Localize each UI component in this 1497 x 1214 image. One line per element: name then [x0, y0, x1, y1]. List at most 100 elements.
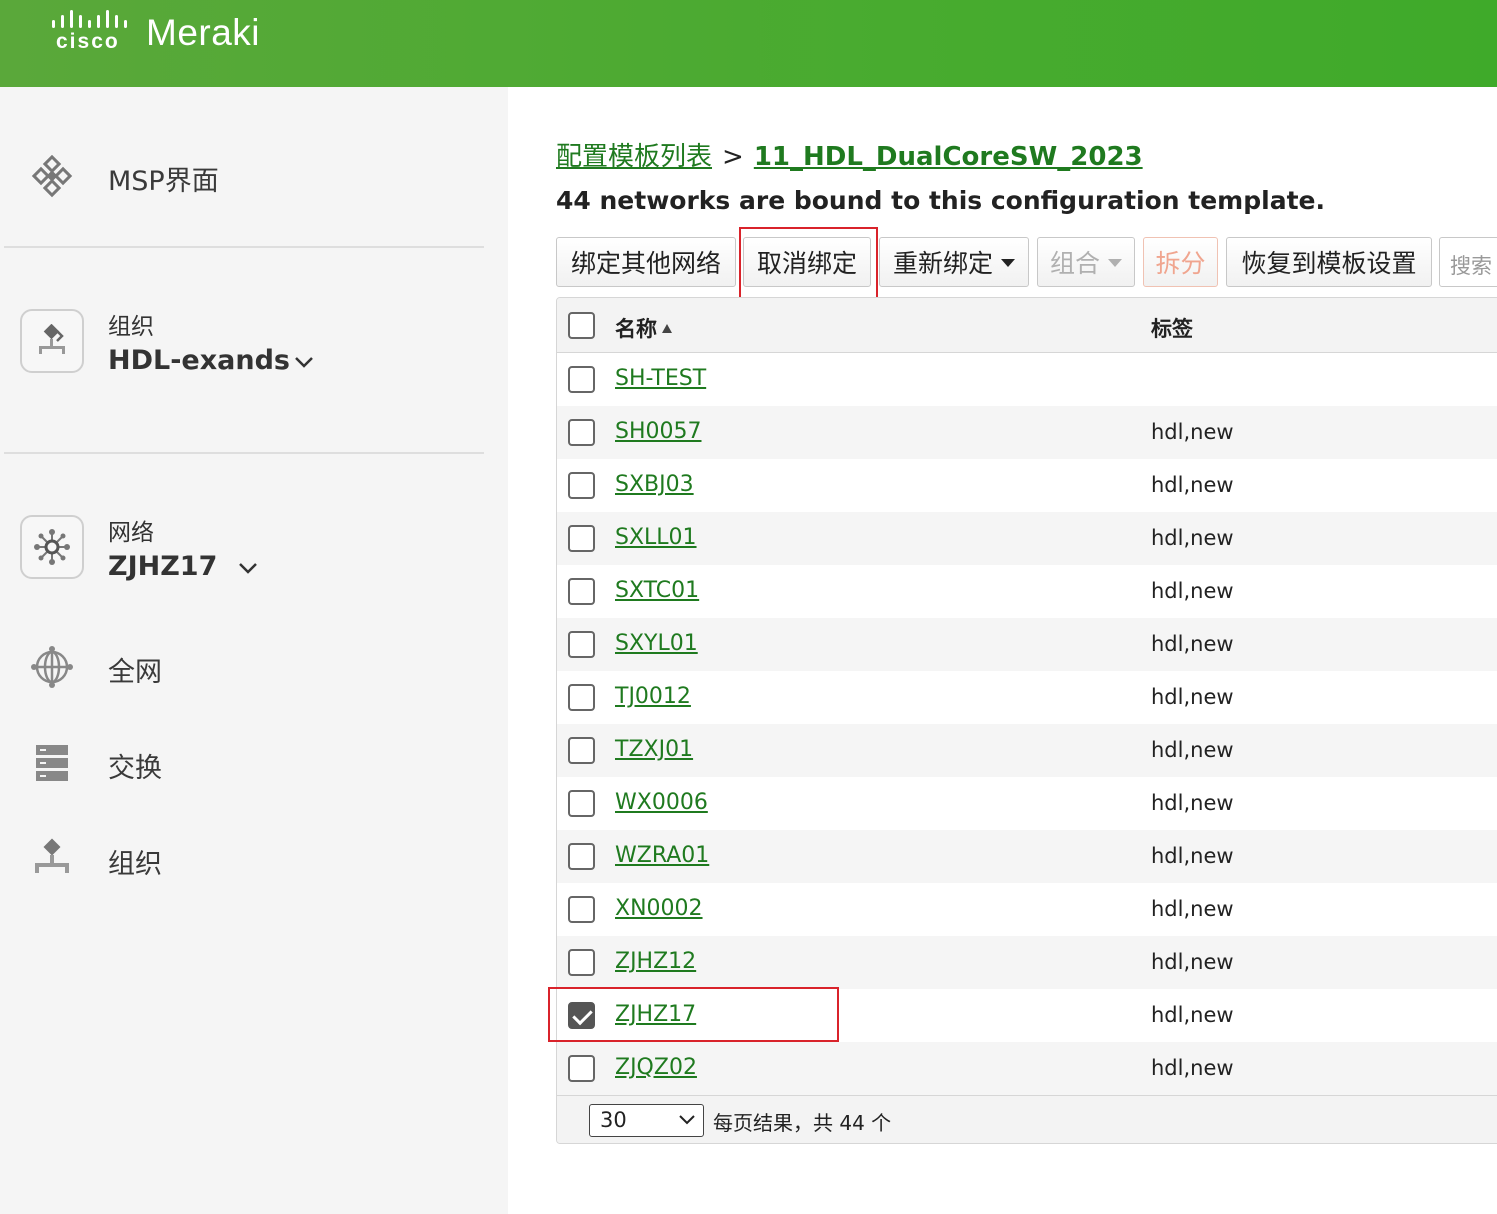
row-checkbox[interactable]	[568, 843, 595, 870]
table-row: SXYL01 hdl,new	[557, 618, 1497, 671]
network-tags: hdl,new	[1151, 420, 1234, 444]
organization-icon	[30, 837, 74, 881]
bind-other-networks-button[interactable]: 绑定其他网络	[556, 237, 736, 287]
revert-to-template-button[interactable]: 恢复到模板设置	[1226, 237, 1432, 287]
network-tags: hdl,new	[1151, 738, 1234, 762]
row-checkbox[interactable]	[568, 737, 595, 764]
row-checkbox[interactable]	[568, 949, 595, 976]
row-checkbox[interactable]	[568, 684, 595, 711]
row-checkbox[interactable]	[568, 472, 595, 499]
chevron-down-icon[interactable]	[294, 355, 314, 369]
network-name-link[interactable]: SXYL01	[615, 631, 698, 656]
pagination-summary: 每页结果，共 44 个	[713, 1111, 892, 1135]
chevron-down-icon[interactable]	[238, 561, 258, 575]
nav-item-switch[interactable]: 交换	[108, 746, 162, 785]
row-checkbox[interactable]	[568, 896, 595, 923]
rebind-dropdown-button[interactable]: 重新绑定	[879, 237, 1029, 287]
table-row: ZJHZ12 hdl,new	[557, 936, 1497, 989]
msp-icon	[30, 155, 74, 199]
split-button[interactable]: 拆分	[1143, 237, 1218, 287]
table-row: SXTC01 hdl,new	[557, 565, 1497, 618]
switch-icon	[30, 741, 74, 785]
org-sub-label: 组织	[108, 314, 154, 340]
row-checkbox[interactable]	[568, 419, 595, 446]
network-tags: hdl,new	[1151, 844, 1234, 868]
breadcrumb-templates-link[interactable]: 配置模板列表	[556, 142, 712, 172]
row-checkbox[interactable]	[568, 525, 595, 552]
network-name-link[interactable]: SXBJ03	[615, 472, 694, 497]
network-name-link[interactable]: SXLL01	[615, 525, 697, 550]
search-input[interactable]: 搜索	[1439, 237, 1497, 287]
network-name-link[interactable]: TZXJ01	[615, 737, 693, 762]
button-label: 绑定其他网络	[570, 249, 721, 278]
button-label: 拆分	[1155, 249, 1206, 278]
table-row: TZXJ01 hdl,new	[557, 724, 1497, 777]
row-checkbox[interactable]	[568, 366, 595, 393]
sidebar-divider	[4, 246, 484, 248]
nav-item-network-wide[interactable]: 全网	[108, 650, 162, 689]
network-name-link[interactable]: SH-TEST	[615, 366, 706, 391]
network-name-link[interactable]: TJ0012	[615, 684, 691, 709]
row-checkbox[interactable]	[568, 1055, 595, 1082]
combine-dropdown-button[interactable]: 组合	[1037, 237, 1135, 287]
button-label: 恢复到模板设置	[1241, 249, 1417, 278]
network-name-link[interactable]: ZJHZ12	[615, 949, 696, 974]
msp-link[interactable]: MSP界面	[108, 159, 219, 198]
table-row: WX0006 hdl,new	[557, 777, 1497, 830]
network-name-link[interactable]: ZJQZ02	[615, 1055, 697, 1080]
row-checkbox[interactable]	[568, 631, 595, 658]
page-subtitle: 44 networks are bound to this configurat…	[556, 186, 1325, 215]
caret-down-icon	[1001, 259, 1015, 267]
row-checkbox[interactable]	[568, 578, 595, 605]
network-name-link[interactable]: SXTC01	[615, 578, 699, 603]
table-row: XN0002 hdl,new	[557, 883, 1497, 936]
breadcrumb-current[interactable]: 11_HDL_DualCoreSW_2023	[754, 142, 1143, 172]
table-row: SXLL01 hdl,new	[557, 512, 1497, 565]
network-tags: hdl,new	[1151, 579, 1234, 603]
row-checkbox[interactable]	[568, 790, 595, 817]
column-name-label: 名称	[615, 317, 657, 341]
breadcrumb: 配置模板列表 >11_HDL_DualCoreSW_2023	[556, 136, 1143, 173]
chevron-down-icon	[679, 1115, 695, 1125]
network-icon	[20, 515, 84, 579]
table-row: SH0057 hdl,new	[557, 406, 1497, 459]
cisco-wordmark: cisco	[56, 30, 120, 53]
network-name-link[interactable]: WX0006	[615, 790, 708, 815]
network-tags: hdl,new	[1151, 897, 1234, 921]
breadcrumb-separator: >	[722, 142, 744, 172]
network-sub-label: 网络	[108, 520, 154, 546]
network-tags: hdl,new	[1151, 685, 1234, 709]
table-row: SH-TEST	[557, 353, 1497, 406]
column-header-name[interactable]: 名称	[615, 313, 672, 343]
table-row: WZRA01 hdl,new	[557, 830, 1497, 883]
button-label: 重新绑定	[892, 249, 993, 278]
unbind-highlight-box	[739, 227, 878, 304]
sidebar: MSP界面 组织 HDL-exands 网络 ZJHZ17 全网 交换 组织	[0, 87, 508, 1214]
network-selector[interactable]: ZJHZ17	[108, 551, 217, 582]
network-name-link[interactable]: WZRA01	[615, 843, 709, 868]
cisco-logo[interactable]: cisco	[50, 8, 130, 54]
network-tags: hdl,new	[1151, 1056, 1234, 1080]
org-selector[interactable]: HDL-exands	[108, 345, 290, 376]
sort-ascending-icon	[662, 324, 672, 333]
caret-down-icon	[1108, 259, 1122, 267]
organization-icon	[20, 309, 84, 373]
select-all-checkbox[interactable]	[568, 312, 595, 339]
nav-item-organization[interactable]: 组织	[108, 842, 162, 881]
meraki-brand[interactable]: Meraki	[146, 12, 260, 54]
network-tags: hdl,new	[1151, 1003, 1234, 1027]
network-tags: hdl,new	[1151, 473, 1234, 497]
network-tags: hdl,new	[1151, 526, 1234, 550]
table-header: 名称 标签	[557, 298, 1497, 353]
network-tags: hdl,new	[1151, 632, 1234, 656]
button-label: 组合	[1049, 249, 1100, 278]
selected-row-highlight-box	[548, 987, 839, 1042]
top-header: cisco Meraki	[0, 0, 1497, 87]
network-name-link[interactable]: XN0002	[615, 896, 703, 921]
column-header-tags[interactable]: 标签	[1151, 313, 1193, 343]
network-tags: hdl,new	[1151, 950, 1234, 974]
network-name-link[interactable]: SH0057	[615, 419, 702, 444]
per-page-select[interactable]: 30	[589, 1104, 704, 1137]
sidebar-divider	[4, 452, 484, 454]
table-footer: 30 每页结果，共 44 个	[557, 1095, 1497, 1143]
